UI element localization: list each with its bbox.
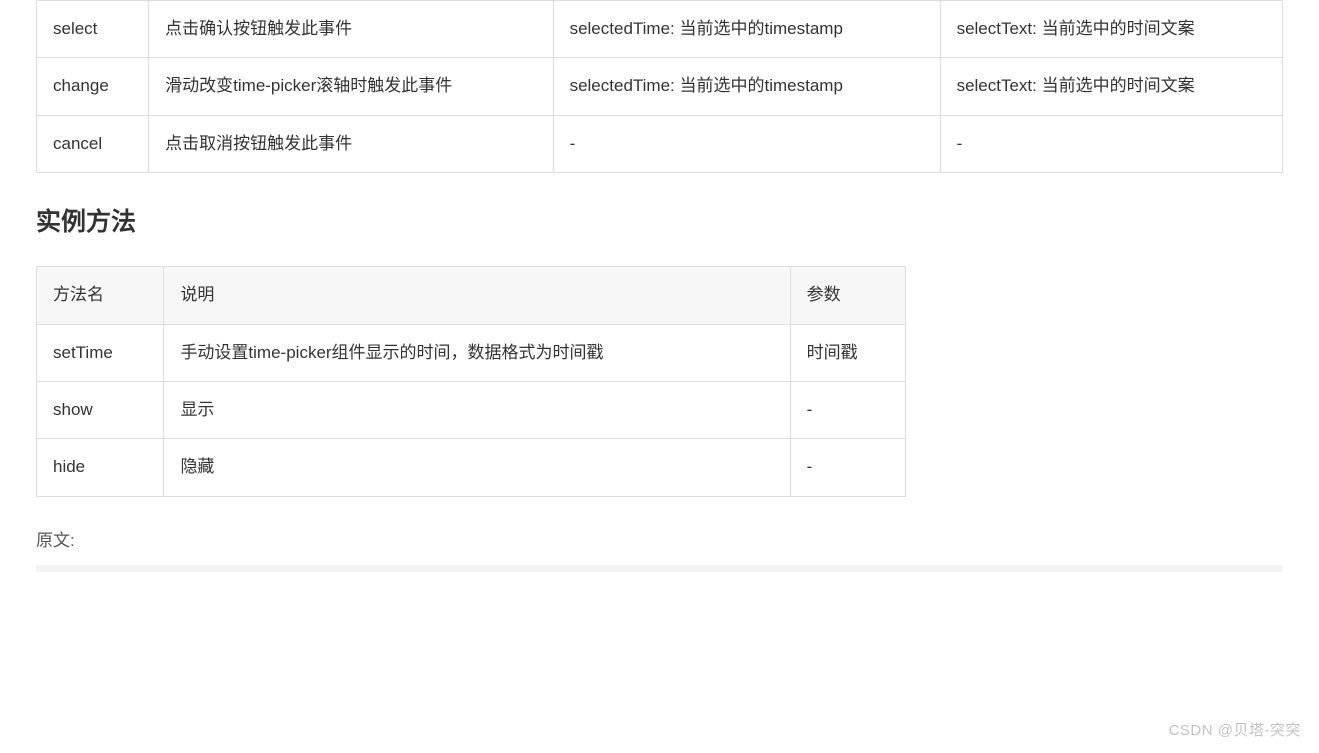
table-row: cancel 点击取消按钮触发此事件 - - xyxy=(37,115,1283,172)
event-desc-cell: 滑动改变time-picker滚轴时触发此事件 xyxy=(149,58,553,115)
methods-header-params: 参数 xyxy=(790,267,905,324)
table-row: show 显示 - xyxy=(37,381,906,438)
methods-heading: 实例方法 xyxy=(36,199,1283,247)
event-arg1-cell: selectedTime: 当前选中的timestamp xyxy=(553,58,940,115)
event-name-cell: select xyxy=(37,1,149,58)
source-label: 原文: xyxy=(36,525,1283,557)
events-table: select 点击确认按钮触发此事件 selectedTime: 当前选中的ti… xyxy=(36,0,1283,173)
event-desc-cell: 点击取消按钮触发此事件 xyxy=(149,115,553,172)
method-name-cell: setTime xyxy=(37,324,164,381)
table-header-row: 方法名 说明 参数 xyxy=(37,267,906,324)
method-desc-cell: 手动设置time-picker组件显示的时间，数据格式为时间戳 xyxy=(164,324,790,381)
methods-header-name: 方法名 xyxy=(37,267,164,324)
methods-header-desc: 说明 xyxy=(164,267,790,324)
method-params-cell: 时间戳 xyxy=(790,324,905,381)
table-row: select 点击确认按钮触发此事件 selectedTime: 当前选中的ti… xyxy=(37,1,1283,58)
event-arg2-cell: selectText: 当前选中的时间文案 xyxy=(940,58,1282,115)
methods-table: 方法名 说明 参数 setTime 手动设置time-picker组件显示的时间… xyxy=(36,266,906,496)
event-desc-cell: 点击确认按钮触发此事件 xyxy=(149,1,553,58)
table-row: setTime 手动设置time-picker组件显示的时间，数据格式为时间戳 … xyxy=(37,324,906,381)
method-params-cell: - xyxy=(790,439,905,496)
method-desc-cell: 隐藏 xyxy=(164,439,790,496)
method-name-cell: show xyxy=(37,381,164,438)
watermark-text: CSDN @贝塔-突突 xyxy=(1169,717,1301,746)
event-arg1-cell: - xyxy=(553,115,940,172)
method-params-cell: - xyxy=(790,381,905,438)
event-name-cell: change xyxy=(37,58,149,115)
event-name-cell: cancel xyxy=(37,115,149,172)
event-arg2-cell: selectText: 当前选中的时间文案 xyxy=(940,1,1282,58)
table-row: hide 隐藏 - xyxy=(37,439,906,496)
table-row: change 滑动改变time-picker滚轴时触发此事件 selectedT… xyxy=(37,58,1283,115)
event-arg1-cell: selectedTime: 当前选中的timestamp xyxy=(553,1,940,58)
method-name-cell: hide xyxy=(37,439,164,496)
code-block-top-edge xyxy=(36,565,1283,572)
method-desc-cell: 显示 xyxy=(164,381,790,438)
event-arg2-cell: - xyxy=(940,115,1282,172)
